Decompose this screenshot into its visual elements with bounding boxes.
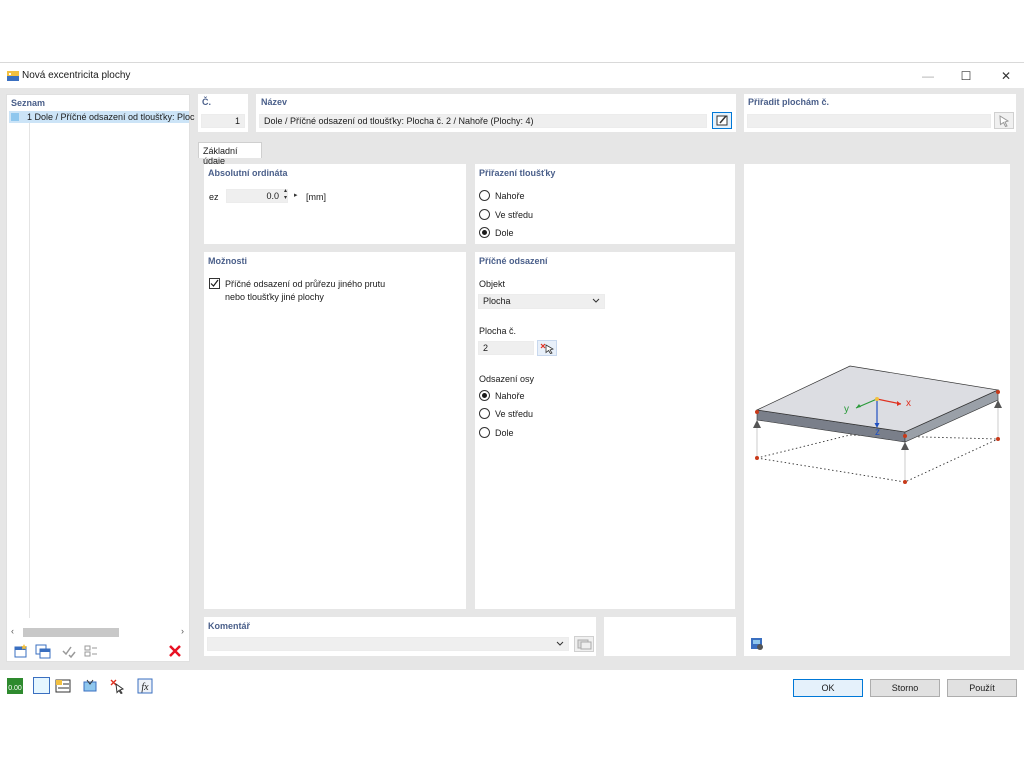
title-bar: Nová excentricita plochy — ☐ ✕	[0, 62, 1024, 88]
cancel-button[interactable]: Storno	[870, 679, 940, 697]
axis-offset-label: Odsazení osy	[479, 374, 535, 384]
number-label: Č.	[202, 97, 211, 107]
copy-item-icon[interactable]	[35, 643, 51, 659]
ez-label: ez	[209, 192, 219, 202]
radio-thickness-top[interactable]	[479, 190, 490, 201]
display-icon[interactable]	[82, 678, 98, 694]
item-color-swatch	[11, 113, 19, 121]
spin-updown-icon[interactable]: ▴ ▾	[284, 188, 287, 202]
number-panel: Č. 1	[198, 94, 248, 132]
tab-basic-data[interactable]: Základní údaje	[198, 142, 262, 166]
absolute-ordinate-header: Absolutní ordináta	[208, 168, 288, 178]
comment-panel: Komentář	[204, 617, 596, 656]
svg-text:fx: fx	[141, 682, 149, 693]
tree-line	[29, 123, 30, 618]
preview-settings-icon[interactable]	[749, 636, 765, 652]
radio-thickness-middle-label: Ve středu	[495, 210, 534, 220]
name-label: Název	[261, 97, 288, 107]
edit-name-button[interactable]	[712, 112, 732, 129]
scrollbar-thumb[interactable]	[23, 628, 119, 637]
surface-label: Plocha č.	[479, 326, 517, 336]
axis-z-label: z	[875, 427, 880, 438]
thickness-header: Přiřazení tloušťky	[479, 168, 556, 178]
maximize-button[interactable]: ☐	[946, 63, 986, 89]
radio-thickness-top-label: Nahoře	[495, 191, 525, 201]
name-field[interactable]: Dole / Příčné odsazení od tloušťky: Ploc…	[259, 114, 707, 128]
preview-panel: x y z	[744, 164, 1010, 656]
assign-panel: Přiřadit plochám č.	[744, 94, 1016, 132]
list-item-label: 1 Dole / Příčné odsazení od tloušťky: Pl…	[27, 112, 195, 122]
checkbox-label-line1: Příčné odsazení od průřezu jiného prutu	[225, 279, 386, 289]
offset-header: Příčné odsazení	[479, 256, 548, 266]
app-icon	[7, 71, 19, 81]
radio-axis-bottom-label: Dole	[495, 428, 514, 438]
radio-thickness-middle[interactable]	[479, 209, 490, 220]
window-title: Nová excentricita plochy	[22, 70, 131, 81]
pick-surface-button[interactable]	[537, 340, 557, 356]
name-panel: Název Dole / Příčné odsazení od tloušťky…	[256, 94, 736, 132]
number-field[interactable]: 1	[201, 114, 245, 128]
ez-input[interactable]: 0.0	[226, 189, 288, 203]
apply-button[interactable]: Použít	[947, 679, 1017, 697]
surface-input[interactable]: 2	[478, 341, 534, 355]
scroll-right-icon[interactable]: ›	[181, 626, 184, 636]
axis-y-label: y	[844, 404, 849, 415]
comment-header: Komentář	[208, 621, 251, 631]
pick-object-icon[interactable]	[109, 678, 125, 694]
ez-unit: [mm]	[306, 192, 326, 202]
plate-preview	[753, 365, 1002, 484]
decimal-places-icon[interactable]: 0.00	[7, 678, 23, 694]
close-button[interactable]: ✕	[986, 63, 1024, 89]
list-header: Seznam	[11, 98, 46, 108]
thickness-panel: Přiřazení tloušťky Nahoře Ve středu Dole	[475, 164, 735, 244]
chevron-down-icon	[556, 641, 564, 646]
comment-library-button[interactable]	[574, 636, 594, 652]
options-panel: Možnosti Příčné odsazení od průřezu jiné…	[204, 252, 466, 609]
list-panel: Seznam 1 Dole / Příčné odsazení od tlouš…	[6, 94, 194, 662]
object-select-value: Plocha	[483, 296, 511, 306]
options-header: Možnosti	[208, 256, 247, 266]
renumber-icon[interactable]	[83, 643, 99, 659]
offset-from-other-checkbox[interactable]	[209, 278, 220, 289]
radio-axis-middle[interactable]	[479, 408, 490, 419]
comment-extra-panel	[604, 617, 736, 656]
absolute-ordinate-panel: Absolutní ordináta ez 0.0 ▴ ▾ ▸ [mm]	[204, 164, 466, 244]
units-icon[interactable]	[55, 678, 71, 694]
axis-x-label: x	[906, 398, 911, 409]
object-label: Objekt	[479, 279, 506, 289]
spin-right-icon[interactable]: ▸	[294, 191, 298, 199]
pick-surfaces-button[interactable]	[994, 112, 1014, 129]
offset-panel: Příčné odsazení Objekt Plocha Plocha č. …	[475, 252, 735, 609]
new-item-icon[interactable]	[13, 643, 29, 659]
radio-axis-top-label: Nahoře	[495, 391, 525, 401]
assign-field[interactable]	[747, 114, 991, 128]
horizontal-scrollbar[interactable]: ‹ ›	[9, 626, 189, 638]
radio-thickness-bottom[interactable]	[479, 227, 490, 238]
radio-thickness-bottom-label: Dole	[495, 228, 514, 238]
comment-input[interactable]	[207, 637, 569, 651]
checkbox-label-line2: nebo tloušťky jiné plochy	[225, 292, 324, 302]
radio-axis-bottom[interactable]	[479, 427, 490, 438]
formula-icon[interactable]: fx	[137, 678, 153, 694]
check-items-icon[interactable]	[61, 643, 77, 659]
chevron-down-icon	[592, 298, 600, 303]
assign-label: Přiřadit plochám č.	[748, 97, 830, 107]
scroll-left-icon[interactable]: ‹	[11, 626, 14, 636]
object-select[interactable]: Plocha	[478, 294, 605, 309]
color-swatch-button[interactable]	[33, 677, 50, 694]
list-item[interactable]: 1 Dole / Příčné odsazení od tloušťky: Pl…	[9, 111, 194, 123]
svg-text:0.00: 0.00	[8, 685, 22, 692]
delete-icon[interactable]	[167, 643, 183, 659]
ok-button[interactable]: OK	[793, 679, 863, 697]
radio-axis-top[interactable]	[479, 390, 490, 401]
minimize-button[interactable]: —	[908, 63, 948, 89]
radio-axis-middle-label: Ve středu	[495, 409, 534, 419]
